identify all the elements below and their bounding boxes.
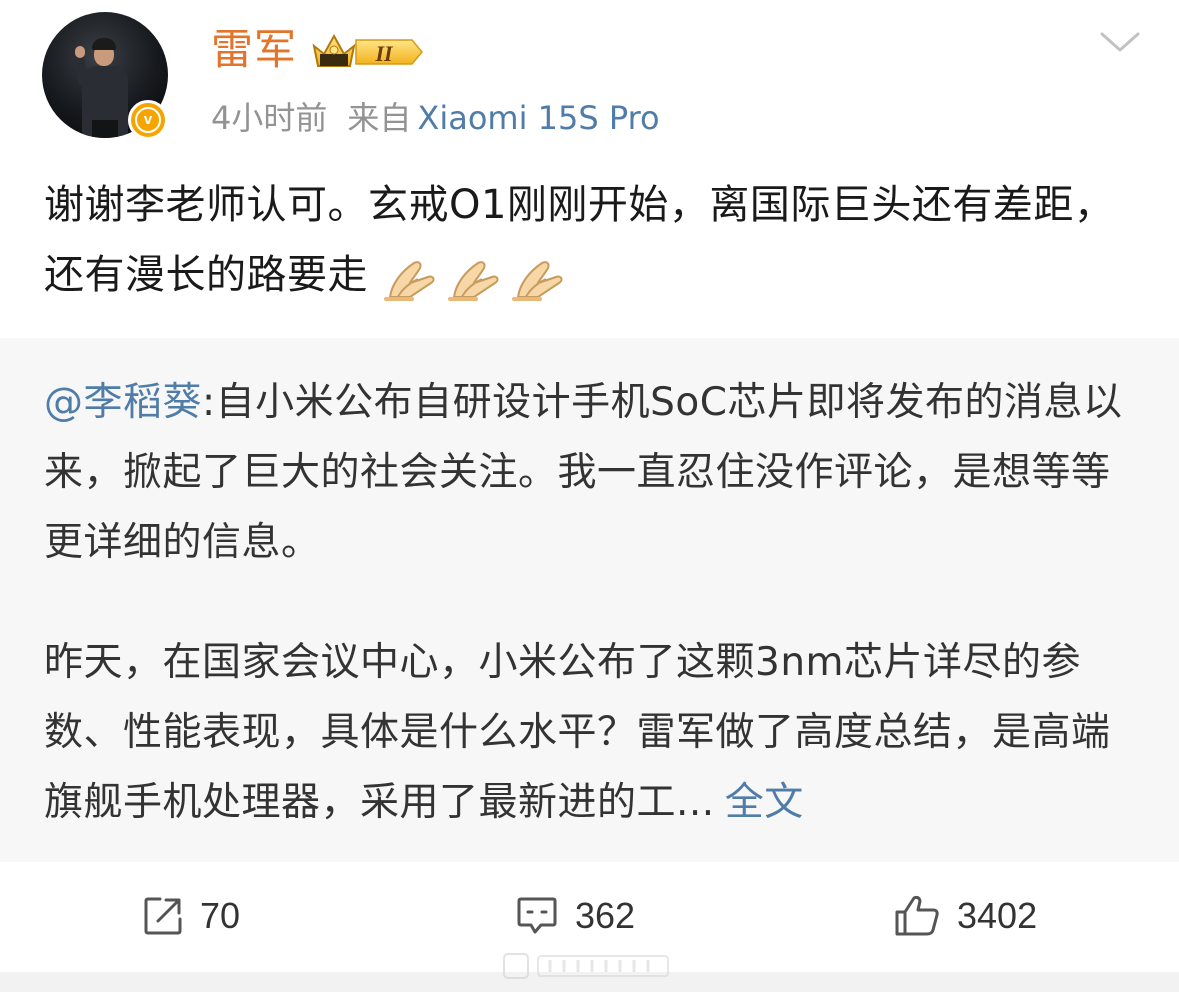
verified-mark: v: [135, 107, 161, 133]
mention-link[interactable]: @李稻葵: [44, 380, 202, 425]
repost-button[interactable]: 70: [142, 890, 240, 942]
repost-count: 70: [200, 895, 241, 936]
pray-emoji-icon: [512, 261, 563, 301]
repost-paragraph-1: @李稻葵:自小米公布自研设计手机SoC芯片即将发布的消息以来，掀起了巨大的社会关…: [44, 368, 1139, 578]
emoji-row: [382, 242, 574, 312]
post-time: 4小时前: [211, 99, 328, 137]
comment-count: 362: [575, 895, 636, 936]
post-content: 谢谢李老师认可。玄戒O1刚刚开始，离国际巨头还有差距，还有漫长的路要走: [44, 170, 1139, 312]
verified-v-icon: v: [128, 100, 168, 140]
repost-text-2: 昨天，在国家会议中心，小米公布了这颗3nm芯片详尽的参数、性能表现，具体是什么水…: [44, 640, 1111, 825]
repost-paragraph-2: 昨天，在国家会议中心，小米公布了这颗3nm芯片详尽的参数、性能表现，具体是什么水…: [44, 628, 1139, 838]
source-device[interactable]: Xiaomi 15S Pro: [417, 99, 659, 137]
thumbs-up-icon: [895, 895, 939, 936]
repost-text-1: :自小米公布自研设计手机SoC芯片即将发布的消息以来，掀起了巨大的社会关注。我一…: [44, 380, 1123, 565]
pray-emoji-icon: [448, 261, 499, 301]
chevron-down-icon[interactable]: [1098, 26, 1142, 56]
like-count: 3402: [957, 895, 1038, 936]
watermark-logo-icon: [503, 953, 669, 979]
weibo-post: v 雷军 II 4小时前 来自 Xiaomi 15S Pro 谢谢李老师认可。玄戒O…: [0, 0, 1179, 992]
avatar-figure-hand: [75, 46, 85, 58]
repost-block[interactable]: @李稻葵:自小米公布自研设计手机SoC芯片即将发布的消息以来，掀起了巨大的社会关…: [0, 338, 1179, 862]
crown-vip-badge-icon[interactable]: II: [312, 32, 424, 72]
post-text: 谢谢李老师认可。玄戒O1刚刚开始，离国际巨头还有差距，还有漫长的路要走: [44, 182, 1115, 298]
share-arrow-icon: [144, 897, 182, 935]
pray-emoji-icon: [384, 261, 435, 301]
comment-button[interactable]: 362: [515, 890, 635, 942]
post-meta: 4小时前 来自 Xiaomi 15S Pro: [211, 96, 660, 140]
username[interactable]: 雷军: [211, 24, 297, 76]
vip-level-text: II: [374, 41, 394, 66]
full-text-link[interactable]: 全文: [725, 780, 804, 825]
avatar-figure-legs: [92, 120, 118, 138]
post-header: v 雷军 II 4小时前 来自 Xiaomi 15S Pro: [0, 0, 1179, 160]
source-prefix: 来自: [347, 99, 412, 137]
comment-bubble-icon: [517, 897, 557, 934]
like-button[interactable]: 3402: [893, 890, 1037, 942]
avatar-figure-hair: [92, 38, 116, 50]
